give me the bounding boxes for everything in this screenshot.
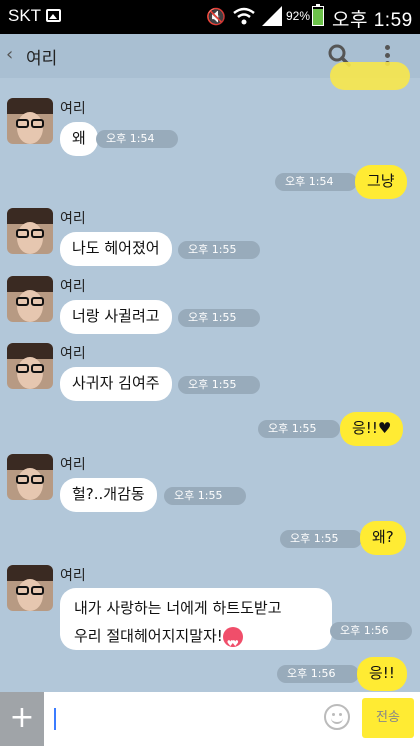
sender-name: 여리 xyxy=(60,211,86,227)
wifi-icon xyxy=(233,7,255,25)
message-line-with-emoji: 우리 절대헤어지지말자! xyxy=(74,622,318,658)
message-text: 응!! xyxy=(352,419,378,437)
message-bubble[interactable]: 왜 xyxy=(60,122,98,156)
chat-title: 여리 xyxy=(26,49,58,69)
send-button[interactable]: 전송 xyxy=(362,698,414,738)
message-time: 오후 1:55 xyxy=(178,376,260,394)
avatar[interactable] xyxy=(7,454,53,500)
avatar[interactable] xyxy=(7,208,53,254)
message-time: 오후 1:54 xyxy=(96,130,178,148)
emoticon-icon[interactable] xyxy=(324,704,350,730)
sender-name: 여리 xyxy=(60,346,86,362)
sender-name: 여리 xyxy=(60,101,86,117)
avatar[interactable] xyxy=(7,98,53,144)
sender-name: 여리 xyxy=(60,568,86,584)
message-time: 오후 1:56 xyxy=(330,622,412,640)
battery-percent: 92% xyxy=(286,9,311,23)
carrier-label: SKT xyxy=(8,6,42,25)
message-time: 오후 1:55 xyxy=(280,530,362,548)
avatar[interactable] xyxy=(7,565,53,611)
message-bubble[interactable]: 헐?..개감동 xyxy=(60,478,157,512)
message-bubble[interactable]: 내가 사랑하는 너에게 하트도받고 우리 절대헤어지지말자! xyxy=(60,588,332,658)
message-time: 오후 1:54 xyxy=(275,173,357,191)
sender-name: 여리 xyxy=(60,457,86,473)
add-attachment-button[interactable]: + xyxy=(0,692,44,746)
image-notification-icon xyxy=(46,9,61,22)
my-message-bubble[interactable]: 응!! xyxy=(357,657,407,691)
heart-icon: ♥ xyxy=(377,419,392,437)
my-message-bubble[interactable]: 왜? xyxy=(360,521,406,555)
message-time: 오후 1:56 xyxy=(277,665,359,683)
battery-icon xyxy=(312,4,324,26)
text-caret xyxy=(54,708,56,730)
message-time: 오후 1:55 xyxy=(164,487,246,505)
my-message-bubble[interactable]: 그냥 xyxy=(355,165,407,199)
status-bar: SKT 🔇 92% 오후 1:59 xyxy=(0,0,420,34)
my-message-bubble[interactable]: 응!!♥ xyxy=(340,412,404,446)
message-line: 우리 절대헤어지지말자! xyxy=(74,627,223,645)
previous-message-fragment xyxy=(330,62,410,90)
message-time: 오후 1:55 xyxy=(178,241,260,259)
signal-icon xyxy=(262,6,282,26)
avatar[interactable] xyxy=(7,276,53,322)
clock: 오후 1:59 xyxy=(332,10,413,31)
message-time: 오후 1:55 xyxy=(258,420,340,438)
heart-eyes-emoji-icon xyxy=(222,626,243,658)
back-chevron-icon[interactable]: ‹ xyxy=(6,44,13,65)
avatar[interactable] xyxy=(7,343,53,389)
message-time: 오후 1:55 xyxy=(178,309,260,327)
message-input[interactable] xyxy=(50,702,320,736)
message-bubble[interactable]: 사귀자 김여주 xyxy=(60,367,172,401)
mute-icon: 🔇 xyxy=(206,9,226,26)
message-bubble[interactable]: 너랑 사귈려고 xyxy=(60,300,172,334)
message-bubble[interactable]: 나도 헤어졌어 xyxy=(60,232,172,266)
input-bar: + 전송 xyxy=(0,692,420,746)
message-line: 내가 사랑하는 너에게 하트도받고 xyxy=(74,599,282,617)
sender-name: 여리 xyxy=(60,279,86,295)
